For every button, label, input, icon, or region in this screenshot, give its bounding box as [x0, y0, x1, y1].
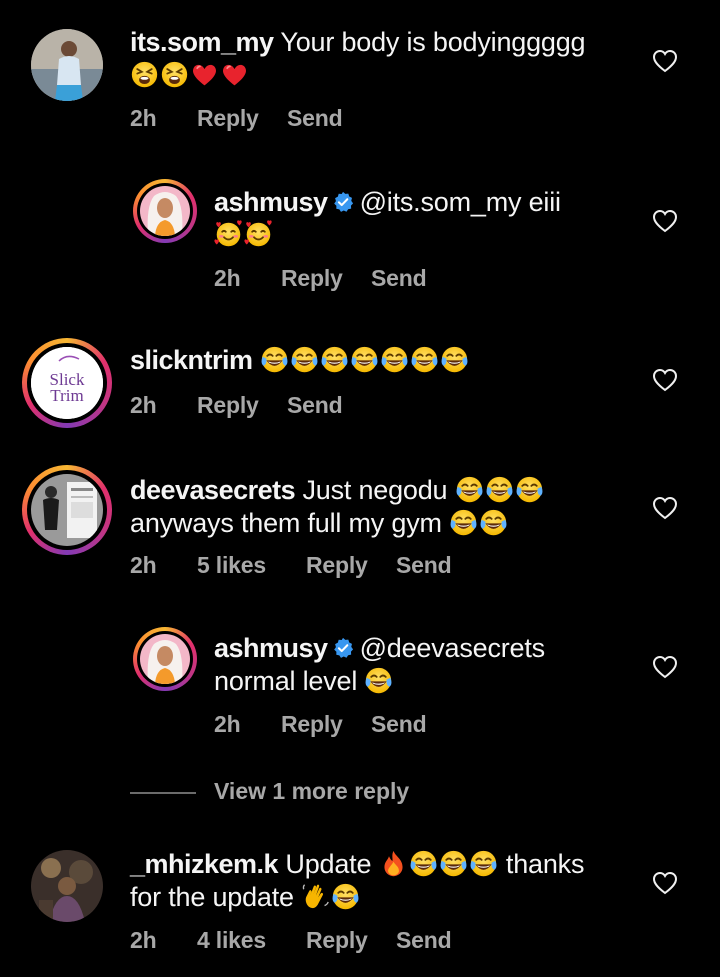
comment-time: 2h [214, 265, 241, 291]
comment-text: Just negodu [302, 475, 448, 505]
send-button[interactable]: Send [396, 927, 452, 954]
waving-hand-icon [301, 882, 330, 911]
avatar[interactable] [140, 186, 190, 236]
like-heart-icon[interactable] [652, 655, 678, 679]
comment-text: Your body is bodyinggggg [280, 27, 586, 57]
reply-item: ashmusy @deevasecrets normal level 2h Rep… [0, 610, 720, 760]
avatar-brand-text: Trim [50, 386, 83, 405]
view-more-replies-button[interactable]: View 1 more reply [130, 776, 450, 810]
comment-username[interactable]: ashmusy [214, 187, 328, 217]
tears-of-joy-icon [260, 345, 289, 374]
reply-button[interactable]: Reply [197, 392, 259, 419]
send-button[interactable]: Send [287, 392, 343, 419]
reply-button[interactable]: Reply [281, 711, 343, 738]
comment-body: ashmusy @deevasecrets normal level [214, 632, 634, 698]
comment-item: Slick Trim slickntrim 2h Reply Send [0, 320, 720, 450]
avatar-image [31, 850, 103, 922]
verified-badge-icon [332, 637, 354, 659]
send-button[interactable]: Send [396, 552, 452, 579]
comment-body: _mhizkem.k Update thanks for the update [130, 848, 650, 914]
like-heart-icon[interactable] [652, 368, 678, 392]
tears-of-joy-icon [331, 882, 360, 911]
comment-item: its.som_my Your body is bodyinggggg 2h R… [0, 0, 720, 150]
avatar[interactable] [31, 29, 103, 101]
tears-of-joy-icon [455, 475, 484, 504]
tears-of-joy-icon [290, 345, 319, 374]
reply-button[interactable]: Reply [197, 105, 259, 132]
likes-count[interactable]: 4 likes [197, 927, 266, 954]
weary-face-icon [160, 60, 189, 89]
comment-time: 2h [130, 552, 157, 578]
tears-of-joy-icon [380, 345, 409, 374]
tears-of-joy-icon [469, 849, 498, 878]
avatar-image [31, 474, 103, 546]
like-heart-icon[interactable] [652, 496, 678, 520]
comment-body: slickntrim [130, 344, 650, 377]
comment-username[interactable]: slickntrim [130, 345, 253, 375]
comment-time: 2h [214, 711, 241, 737]
tears-of-joy-icon [479, 508, 508, 537]
comment-username[interactable]: its.som_my [130, 27, 274, 57]
comment-text-continued: anyways them full my gym [130, 508, 442, 538]
avatar[interactable]: Slick Trim [31, 347, 103, 419]
likes-count[interactable]: 5 likes [197, 552, 266, 579]
like-heart-icon[interactable] [652, 49, 678, 73]
tears-of-joy-icon [350, 345, 379, 374]
send-button[interactable]: Send [287, 105, 343, 132]
like-heart-icon[interactable] [652, 871, 678, 895]
red-heart-icon [190, 60, 219, 89]
tears-of-joy-icon [440, 345, 469, 374]
comment-username[interactable]: _mhizkem.k [130, 849, 279, 879]
comment-body: deevasecrets Just negodu anyways them fu… [130, 474, 650, 540]
comment-text-continued: normal level [214, 666, 358, 696]
verified-badge-icon [332, 191, 354, 213]
avatar[interactable] [140, 634, 190, 684]
weary-face-icon [130, 60, 159, 89]
tears-of-joy-icon [515, 475, 544, 504]
fire-icon [379, 849, 408, 878]
comment-text: Update [285, 849, 372, 879]
like-heart-icon[interactable] [652, 209, 678, 233]
tears-of-joy-icon [485, 475, 514, 504]
comment-text: @its.som_my eiii [359, 187, 561, 217]
send-button[interactable]: Send [371, 711, 427, 738]
avatar-image [140, 634, 190, 684]
tears-of-joy-icon [410, 345, 439, 374]
smiling-face-with-hearts-icon [214, 220, 243, 249]
view-more-replies-label: View 1 more reply [214, 778, 410, 804]
comment-time: 2h [130, 392, 157, 418]
comment-item: deevasecrets Just negodu anyways them fu… [0, 450, 720, 610]
smiling-face-with-hearts-icon [244, 220, 273, 249]
avatar[interactable] [31, 850, 103, 922]
reply-item: ashmusy @its.som_my eiii 2h Reply Send [0, 160, 720, 310]
send-button[interactable]: Send [371, 265, 427, 292]
tears-of-joy-icon [439, 849, 468, 878]
comment-text: @deevasecrets [359, 633, 546, 663]
avatar-image: Slick Trim [31, 347, 103, 419]
red-heart-icon [220, 60, 249, 89]
tears-of-joy-icon [449, 508, 478, 537]
comment-time: 2h [130, 105, 157, 131]
comment-body: its.som_my Your body is bodyinggggg [130, 26, 630, 92]
comment-text-after: thanks [505, 849, 585, 879]
avatar[interactable] [31, 474, 103, 546]
avatar-image [140, 186, 190, 236]
reply-button[interactable]: Reply [306, 927, 368, 954]
reply-button[interactable]: Reply [306, 552, 368, 579]
comment-body: ashmusy @its.som_my eiii [214, 186, 634, 252]
reply-button[interactable]: Reply [281, 265, 343, 292]
tears-of-joy-icon [320, 345, 349, 374]
tears-of-joy-icon [409, 849, 438, 878]
comment-username[interactable]: ashmusy [214, 633, 328, 663]
divider [130, 792, 196, 794]
comment-username[interactable]: deevasecrets [130, 475, 296, 505]
comment-text-continued: for the update [130, 882, 294, 912]
comment-time: 2h [130, 927, 157, 953]
tears-of-joy-icon [364, 666, 393, 695]
avatar-image [31, 29, 103, 101]
comment-item: _mhizkem.k Update thanks for the update … [0, 825, 720, 977]
